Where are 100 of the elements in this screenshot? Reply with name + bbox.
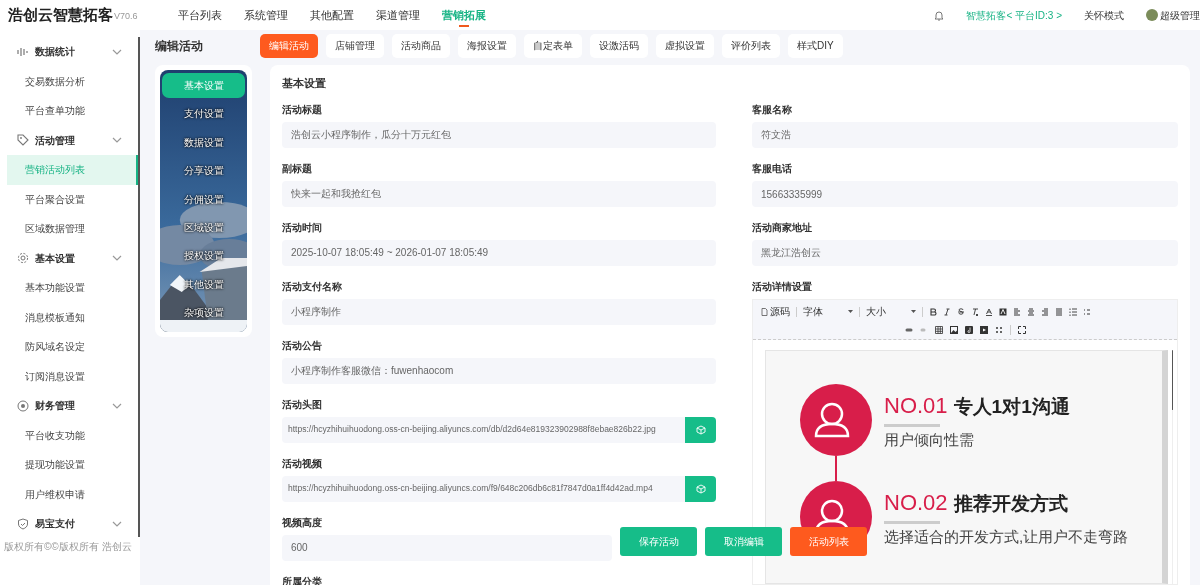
field-label: 活动视频 [282,456,323,471]
align-left-icon[interactable] [1013,307,1021,316]
app-title: 浩创云智慧拓客 [8,4,113,25]
user-name[interactable]: 超级管理 [1160,7,1200,23]
cube-icon [695,424,706,435]
step-number: NO.01 [884,391,948,420]
sidebar-group[interactable]: 易宝支付 [0,509,138,537]
top-nav-tab[interactable]: 系统管理 [243,0,288,30]
sidebar-item[interactable]: 平台聚合设置 [7,184,138,214]
input-field[interactable]: 600 [282,534,612,561]
field-label: 活动支付名称 [282,279,343,294]
input-field[interactable]: 15663335999 [752,181,1178,207]
tab[interactable]: 样式DIY [788,33,843,58]
tab[interactable]: 海报设置 [458,33,516,58]
table-icon[interactable] [934,326,943,334]
field-label: 活动标题 [282,102,323,117]
avatar[interactable] [1146,9,1158,21]
image-icon[interactable] [949,326,958,334]
tab[interactable]: 活动商品 [392,33,450,58]
section-title: 基本设置 [282,76,327,91]
cube-icon [695,483,706,494]
bell-icon[interactable] [934,9,945,21]
coin-icon [17,399,29,412]
fullscreen-icon[interactable] [1017,326,1026,334]
strikethrough-icon[interactable] [957,307,965,316]
chevron-down-icon [112,520,122,527]
field-label: 活动详情设置 [752,280,813,294]
field-label: 客服电话 [752,162,793,176]
input-field[interactable]: 浩创云小程序制作，瓜分十万元红包 [282,121,716,148]
sidebar-item[interactable]: 基本功能设置 [7,273,138,303]
copyright-text: 版权所有©©版权所有 浩创云 [3,540,133,554]
settings-nav-item[interactable]: 杂项设置 [162,300,245,326]
sidebar-item[interactable]: 消息模板通知 [7,302,138,332]
text-color-icon[interactable] [985,307,993,316]
care-mode-link[interactable]: 关怀模式 [1084,7,1124,23]
input-field[interactable]: 黑龙江浩创云 [752,240,1178,266]
tab[interactable]: 设激活码 [590,33,648,58]
people-icon [800,384,872,456]
caret-icon [911,310,916,313]
settings-nav-item[interactable]: 支付设置 [162,101,245,127]
video-icon[interactable] [979,326,988,334]
top-nav-tab[interactable]: 平台列表 [177,0,222,30]
clear-format-icon[interactable] [971,307,979,316]
source-button[interactable]: 源码 [761,304,790,319]
sidebar-item[interactable]: 平台收支功能 [7,420,138,450]
italic-icon[interactable] [943,307,951,316]
document-icon [761,307,768,316]
qr-code-icon[interactable] [994,326,1003,334]
settings-nav-item[interactable]: 分佣设置 [162,186,245,212]
bold-icon[interactable] [929,307,937,316]
input-field[interactable]: https://hcyzhihuihuodong.oss-cn-beijing.aliyuncs.com/f9/648c206db6c81f7847d0a1ff4d42ad.mp4 [282,475,685,502]
settings-nav-item[interactable]: 数据设置 [162,129,245,155]
bullet-list-icon[interactable] [1083,307,1091,316]
caret-icon [848,310,853,313]
sidebar-group[interactable]: 基本设置 [0,243,138,273]
step-subtitle: 选择适合的开发方式,让用户不走弯路 [884,526,1129,547]
step-number: NO.02 [884,488,948,517]
step-subtitle: 用户倾向性需 [884,429,975,450]
field-label: 视频高度 [282,515,323,530]
sidebar-item[interactable]: 防风域名设定 [7,332,138,362]
sidebar-group[interactable]: 财务管理 [0,391,138,421]
size-dropdown[interactable]: 大小 [866,304,916,319]
bars-icon [17,46,29,57]
sidebar-item[interactable]: 用户维权申请 [7,479,138,509]
sidebar-group[interactable]: 数据统计 [0,37,138,67]
tab[interactable]: 店铺管理 [326,33,384,58]
input-field[interactable]: 快来一起和我抢红包 [282,180,716,207]
field-label: 活动头图 [282,397,323,412]
music-icon[interactable] [964,326,973,334]
input-field[interactable]: 小程序制作 [282,298,716,325]
sidebar-item[interactable]: 交易数据分析 [7,66,138,96]
sidebar-item[interactable]: 订阅消息设置 [7,361,138,391]
settings-nav-item[interactable]: 授权设置 [162,243,245,269]
version-label: V70.6 [114,10,138,24]
sidebar-item[interactable]: 区域数据管理 [7,214,138,244]
settings-nav-item[interactable]: 分享设置 [162,158,245,184]
step-title: 推荐开发方式 [953,491,1068,516]
font-dropdown[interactable]: 字体 [803,304,853,319]
highlight-icon[interactable] [999,307,1007,316]
justify-icon[interactable] [1055,307,1063,316]
tab[interactable]: 评价列表 [722,33,780,58]
input-field[interactable]: https://hcyzhihuihuodong.oss-cn-beijing.aliyuncs.com/db/d2d64e819323902988f8ebae826b22.jpg [282,416,685,443]
link-icon[interactable] [904,326,913,334]
tab[interactable]: 自定表单 [524,33,582,58]
align-right-icon[interactable] [1041,307,1049,316]
tag-icon [17,134,29,147]
chevron-down-icon [112,48,122,55]
field-label: 活动公告 [282,338,323,353]
input-field[interactable]: 2025-10-07 18:05:49 ~ 2026-01-07 18:05:49 [282,239,716,266]
top-nav-tab[interactable]: 渠道管理 [375,0,420,30]
align-center-icon[interactable] [1027,307,1035,316]
field-label: 客服名称 [752,103,793,117]
chevron-down-icon [112,255,122,262]
sidebar-group[interactable]: 活动管理 [0,125,138,155]
sidebar-item[interactable]: 平台查单功能 [7,96,138,126]
input-field[interactable]: 小程序制作客服微信：fuwenhaocom [282,357,716,384]
sidebar-item[interactable]: 提现功能设置 [7,450,138,480]
input-field[interactable]: 符文浩 [752,122,1178,148]
tab[interactable]: 虚拟设置 [656,33,714,58]
top-nav-tab[interactable]: 其他配置 [309,0,354,30]
